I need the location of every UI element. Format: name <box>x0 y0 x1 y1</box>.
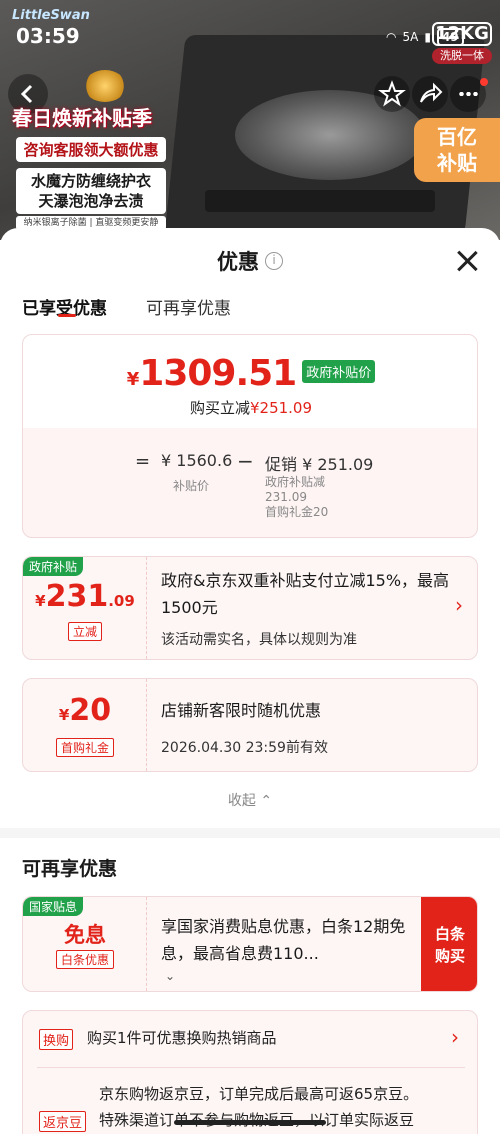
offer-amount: 免息 <box>64 923 106 947</box>
offer-chip: 白条优惠 <box>55 950 114 969</box>
promotion-amount: 促销 ¥ 251.09 <box>265 455 374 474</box>
offer-currency: ¥ <box>58 706 70 724</box>
minus-sign: − <box>237 449 254 473</box>
capacity-subtitle: 洗脱一体 <box>432 48 492 64</box>
promo-emblem <box>84 70 126 102</box>
chevron-right-icon[interactable]: › <box>451 1025 459 1049</box>
favorite-button[interactable] <box>374 76 410 112</box>
offer-amount-panel: ¥20 首购礼金 <box>23 679 147 771</box>
offer-corner-label: 国家贴息 <box>23 897 84 916</box>
offer-amount-int: 20 <box>69 693 112 728</box>
jd-bean-text-line1: 京东购物返京豆，订单完成后最高可返65京豆。 <box>99 1085 419 1103</box>
share-icon <box>420 82 443 103</box>
offer-description: 政府&京东双重补贴支付立减15%，最高1500元 <box>161 571 450 617</box>
promo-features: 水魔方防缠绕护衣 天瀑泡泡净去渍 <box>16 168 166 214</box>
buy-button-line1: 白条 <box>434 925 465 943</box>
section-title-more-offers: 可再享优惠 <box>22 858 118 880</box>
collapse-button[interactable]: 收起 ⌃ <box>0 790 500 810</box>
promotion-detail-line3: 首购礼金20 <box>265 505 329 519</box>
close-icon[interactable] <box>452 246 482 276</box>
discount-sheet: 优惠 i 已享受优惠 可再享优惠 ¥1309.51 政府补贴价 购买立减¥251.… <box>0 228 500 1134</box>
promo-title: 春日焕新补贴季 <box>12 106 152 130</box>
sheet-header: 优惠 i <box>0 228 500 290</box>
discount-line: 购买立减¥251.09 <box>23 397 477 418</box>
discount-label: 购买立减 <box>189 399 250 417</box>
price-breakdown: = ¥ 1560.6 补贴价 − 促销 ¥ 251.09 政府补贴减 231.0… <box>23 449 477 531</box>
offer-description: 享国家消费贴息优惠，白条12期免息，最高省息费110... <box>161 917 406 963</box>
offer-chip: 立减 <box>67 622 102 641</box>
trade-in-text[interactable]: 购买1件可优惠换购热销商品 <box>87 1027 277 1048</box>
currency-symbol: ¥ <box>126 369 140 390</box>
capacity-value: 12KG <box>432 22 492 46</box>
jd-bean-chip: 返京豆 <box>39 1111 87 1132</box>
info-icon[interactable]: i <box>265 252 283 270</box>
offer-amount: ¥20 <box>23 693 147 728</box>
offer-card-government-subsidy[interactable]: 政府补贴 ¥231.09 立减 政府&京东双重补贴支付立减15%，最高1500元… <box>22 556 478 660</box>
original-price-label: 补贴价 <box>173 479 210 493</box>
star-icon <box>378 80 406 107</box>
tab-bar: 已享受优惠 可再享优惠 <box>0 290 500 334</box>
offer-subtext: 该活动需实名，具体以规则为准 <box>161 632 357 648</box>
equals-sign: = <box>135 451 151 472</box>
subsidy-badge-line1: 百亿 <box>437 125 477 149</box>
more-dots-icon <box>458 92 478 96</box>
sheet-title-wrap: 优惠 i <box>217 246 283 276</box>
promo-banner: 春日焕新补贴季 咨询客服领大额优惠 水魔方防缠绕护衣 天瀑泡泡净去渍 纳米银离子… <box>0 102 175 230</box>
offer-card-first-purchase: ¥20 首购礼金 店铺新客限时随机优惠 2026.04.30 23:59前有效 <box>22 678 478 772</box>
control-panel <box>205 190 435 212</box>
promo-pill: 咨询客服领大额优惠 <box>16 137 166 162</box>
home-indicator[interactable] <box>174 1120 326 1125</box>
wifi-icon: ◠ <box>386 30 397 44</box>
offer-chip: 首购礼金 <box>55 738 114 757</box>
original-price: ¥ 1560.6 <box>161 451 233 470</box>
promo-feature-1: 水魔方防缠绕护衣 <box>30 172 151 190</box>
offer-currency: ¥ <box>35 592 46 610</box>
buy-button-line2: 购买 <box>434 947 465 965</box>
subsidy-badge-line2: 补贴 <box>437 151 477 175</box>
section-divider <box>0 828 500 838</box>
offer-expiry: 2026.04.30 23:59前有效 <box>161 740 328 756</box>
active-tab-indicator <box>58 314 76 317</box>
promotion-detail: 政府补贴减 231.09 首购礼金20 <box>265 475 328 520</box>
offer-amount-int: 231 <box>45 579 109 614</box>
subsidy-price-tag: 政府补贴价 <box>302 360 376 383</box>
extra-benefits-card: 换购 购买1件可优惠换购热销商品 › 京东购物返京豆，订单完成后最高可返65京豆… <box>22 1010 478 1134</box>
clock: 03:59 <box>16 24 80 48</box>
final-price: 1309.51 <box>139 353 297 394</box>
offer-amount-dec: .09 <box>108 592 135 610</box>
signal-icon: ▮ <box>424 30 431 44</box>
share-button[interactable] <box>412 76 448 112</box>
tab-more-available[interactable]: 可再享优惠 <box>146 294 231 319</box>
status-bar: LittleSwan 03:59 ◠ 5A ▮ 49 <box>0 0 500 48</box>
signal-label: 5A <box>402 30 419 44</box>
promotion-detail-line1: 政府补贴减 <box>265 475 326 489</box>
sheet-title: 优惠 <box>217 250 259 274</box>
offer-card-interest-free: 国家贴息 免息 白条优惠 享国家消费贴息优惠，白条12期免息，最高省息费110.… <box>22 896 478 992</box>
offer-amount-panel: 国家贴息 免息 白条优惠 <box>23 897 147 991</box>
notification-dot <box>480 78 488 86</box>
offer-amount-panel: 政府补贴 ¥231.09 立减 <box>23 557 147 659</box>
subsidy-badge: 百亿 补贴 <box>414 118 500 182</box>
offer-amount: ¥231.09 <box>23 579 147 614</box>
brand-logo: LittleSwan <box>12 8 90 23</box>
offer-corner-label: 政府补贴 <box>23 557 84 576</box>
baitiao-buy-button[interactable]: 白条 购买 <box>421 897 477 991</box>
chevron-right-icon[interactable]: › <box>455 593 463 617</box>
final-price-row: ¥1309.51 政府补贴价 <box>23 353 477 394</box>
card-divider <box>37 1067 465 1068</box>
trade-in-chip: 换购 <box>39 1029 74 1050</box>
expand-chevron-icon[interactable]: ⌄ <box>165 969 175 983</box>
discount-value: ¥251.09 <box>249 399 313 417</box>
capacity-badge: 12KG 洗脱一体 <box>432 22 492 64</box>
promo-feature-2: 天瀑泡泡净去渍 <box>38 192 144 210</box>
promotion-detail-line2: 231.09 <box>265 490 307 504</box>
price-summary-card: ¥1309.51 政府补贴价 购买立减¥251.09 = ¥ 1560.6 补贴价… <box>22 334 478 538</box>
offer-description: 店铺新客限时随机优惠 <box>161 701 322 720</box>
